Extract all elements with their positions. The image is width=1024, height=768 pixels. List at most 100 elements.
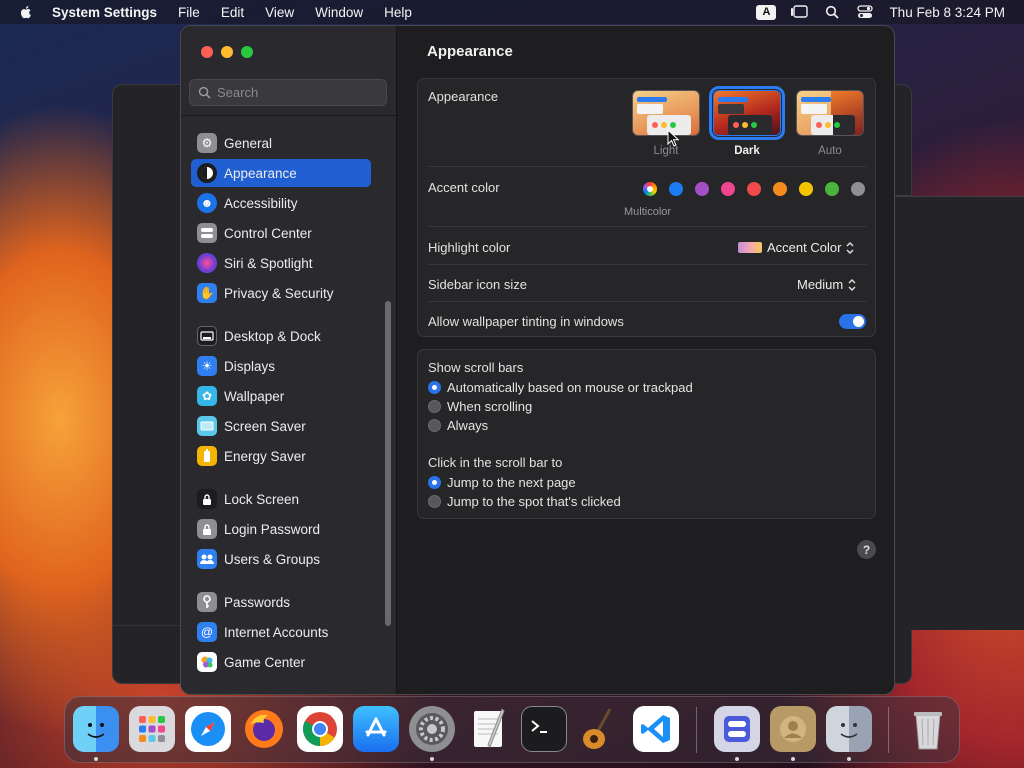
- row-divider: [428, 166, 867, 167]
- highlight-color-value: Accent Color: [767, 240, 842, 255]
- running-indicator: [791, 757, 795, 761]
- minimize-window-button[interactable]: [221, 46, 233, 58]
- finder-icon[interactable]: [73, 706, 119, 752]
- sidebar-item-desktop-dock[interactable]: Desktop & Dock: [191, 322, 371, 350]
- input-source-icon[interactable]: A: [756, 4, 777, 20]
- key-icon: [197, 592, 217, 612]
- sidebar-item-label: Internet Accounts: [224, 624, 329, 640]
- chrome-icon[interactable]: [297, 706, 343, 752]
- sidebar-item-general[interactable]: ⚙ General: [191, 129, 371, 157]
- dock-icon: [197, 326, 217, 346]
- sidebar-item-passwords[interactable]: Passwords: [191, 588, 371, 616]
- sidebar-item-label: Users & Groups: [224, 551, 321, 567]
- sidebar-item-privacy-security[interactable]: ✋ Privacy & Security: [191, 279, 371, 307]
- guitar-icon[interactable]: [577, 706, 623, 752]
- sidebar-item-users-groups[interactable]: Users & Groups: [191, 545, 371, 573]
- sidebar-item-siri-spotlight[interactable]: Siri & Spotlight: [191, 249, 371, 277]
- apple-logo-icon[interactable]: [18, 4, 34, 20]
- accent-multicolor-swatch[interactable]: [643, 182, 657, 196]
- spotlight-search-icon[interactable]: [822, 4, 842, 20]
- sidebar-item-label: Siri & Spotlight: [224, 255, 313, 271]
- search-icon: [198, 86, 211, 99]
- settings-icon[interactable]: [409, 706, 455, 752]
- click-jump-next-page-radio[interactable]: Jump to the next page: [428, 475, 576, 490]
- help-button[interactable]: ?: [857, 540, 876, 559]
- menu-view[interactable]: View: [265, 5, 294, 20]
- firefox-icon[interactable]: [241, 706, 287, 752]
- menu-window[interactable]: Window: [315, 5, 363, 20]
- sidebar-item-wallpaper[interactable]: ✿ Wallpaper: [191, 382, 371, 410]
- search-placeholder: Search: [217, 85, 259, 100]
- scroll-bars-always-radio[interactable]: Always: [428, 418, 488, 433]
- accent-pink-swatch[interactable]: [721, 182, 735, 196]
- radio-label: When scrolling: [447, 399, 533, 414]
- accent-purple-swatch[interactable]: [695, 182, 709, 196]
- safari-icon[interactable]: [185, 706, 231, 752]
- wallpaper-tinting-toggle[interactable]: [839, 314, 866, 329]
- sidebar-item-label: Passwords: [224, 594, 291, 610]
- radio-label: Always: [447, 418, 489, 433]
- accent-graphite-swatch[interactable]: [851, 182, 865, 196]
- scroll-bars-when-scrolling-radio[interactable]: When scrolling: [428, 399, 532, 414]
- radio-label: Jump to the next page: [447, 475, 576, 490]
- sidebar-item-label: Energy Saver: [224, 448, 306, 464]
- sidebar-item-energy-saver[interactable]: Energy Saver: [191, 442, 371, 470]
- appearance-light-option[interactable]: [632, 90, 700, 136]
- chevron-updown-icon: [848, 278, 856, 291]
- menu-app-name[interactable]: System Settings: [52, 5, 157, 20]
- contacts-icon[interactable]: [770, 706, 816, 752]
- menu-file[interactable]: File: [178, 5, 200, 20]
- vscode-icon[interactable]: [633, 706, 679, 752]
- highlight-color-popup[interactable]: Accent Color: [738, 240, 855, 255]
- sidebar-item-accessibility[interactable]: ☻ Accessibility: [191, 189, 371, 217]
- sidebar-item-lock-screen[interactable]: Lock Screen: [191, 485, 371, 513]
- running-indicator: [735, 757, 739, 761]
- menu-clock[interactable]: Thu Feb 8 3:24 PM: [889, 5, 1005, 20]
- accent-blue-swatch[interactable]: [669, 182, 683, 196]
- launchpad-icon[interactable]: [129, 706, 175, 752]
- sidebar-item-login-password[interactable]: Login Password: [191, 515, 371, 543]
- radio-unselected-icon: [428, 419, 441, 432]
- trash-icon[interactable]: [905, 706, 951, 752]
- accent-red-swatch[interactable]: [747, 182, 761, 196]
- row-divider: [428, 264, 867, 265]
- sidebar-item-label: Login Password: [224, 521, 321, 537]
- sidebar-item-internet-accounts[interactable]: @ Internet Accounts: [191, 618, 371, 646]
- menu-help[interactable]: Help: [384, 5, 412, 20]
- appearance-auto-option[interactable]: [796, 90, 864, 136]
- scroll-bars-automatic-radio[interactable]: Automatically based on mouse or trackpad: [428, 380, 693, 395]
- search-input[interactable]: Search: [189, 79, 387, 106]
- sidebar-item-appearance[interactable]: Appearance: [191, 159, 371, 187]
- sidebar-icon-size-popup[interactable]: Medium: [797, 277, 857, 292]
- textedit-icon[interactable]: [465, 706, 511, 752]
- sidebar-item-screen-saver[interactable]: Screen Saver: [191, 412, 371, 440]
- sidebar-item-label: Appearance: [224, 165, 297, 181]
- sidebar-item-game-center[interactable]: Game Center: [191, 648, 371, 676]
- accent-yellow-swatch[interactable]: [799, 182, 813, 196]
- zoom-window-button[interactable]: [241, 46, 253, 58]
- appearance-dark-option[interactable]: [709, 86, 785, 140]
- appearance-light-label: Light: [653, 145, 679, 157]
- click-jump-to-spot-radio[interactable]: Jump to the spot that's clicked: [428, 494, 621, 509]
- sidebar-scrollbar[interactable]: [385, 301, 391, 626]
- sidebar-item-label: Accessibility: [224, 195, 298, 211]
- radio-label: Jump to the spot that's clicked: [447, 494, 621, 509]
- stage-manager-icon[interactable]: [789, 4, 809, 20]
- click-scroll-bar-label: Click in the scroll bar to: [428, 455, 563, 470]
- terminal-icon[interactable]: [521, 706, 567, 752]
- sidebar-item-label: Control Center: [224, 225, 312, 241]
- menu-edit[interactable]: Edit: [221, 5, 244, 20]
- accent-orange-swatch[interactable]: [773, 182, 787, 196]
- sidebar-item-label: Game Center: [224, 654, 306, 670]
- sidebar-item-control-center[interactable]: Control Center: [191, 219, 371, 247]
- close-window-button[interactable]: [201, 46, 213, 58]
- finder-icon[interactable]: [826, 706, 872, 752]
- toggles-icon[interactable]: [714, 706, 760, 752]
- control-center-icon[interactable]: [855, 4, 875, 20]
- sidebar-item-displays[interactable]: ☀ Displays: [191, 352, 371, 380]
- scroll-bars-card: Show scroll bars Automatically based on …: [417, 349, 876, 519]
- accent-green-swatch[interactable]: [825, 182, 839, 196]
- settings-window: Search ⚙ General Appearance ☻ Accessibil…: [180, 25, 895, 695]
- app-store-icon[interactable]: [353, 706, 399, 752]
- running-indicator: [847, 757, 851, 761]
